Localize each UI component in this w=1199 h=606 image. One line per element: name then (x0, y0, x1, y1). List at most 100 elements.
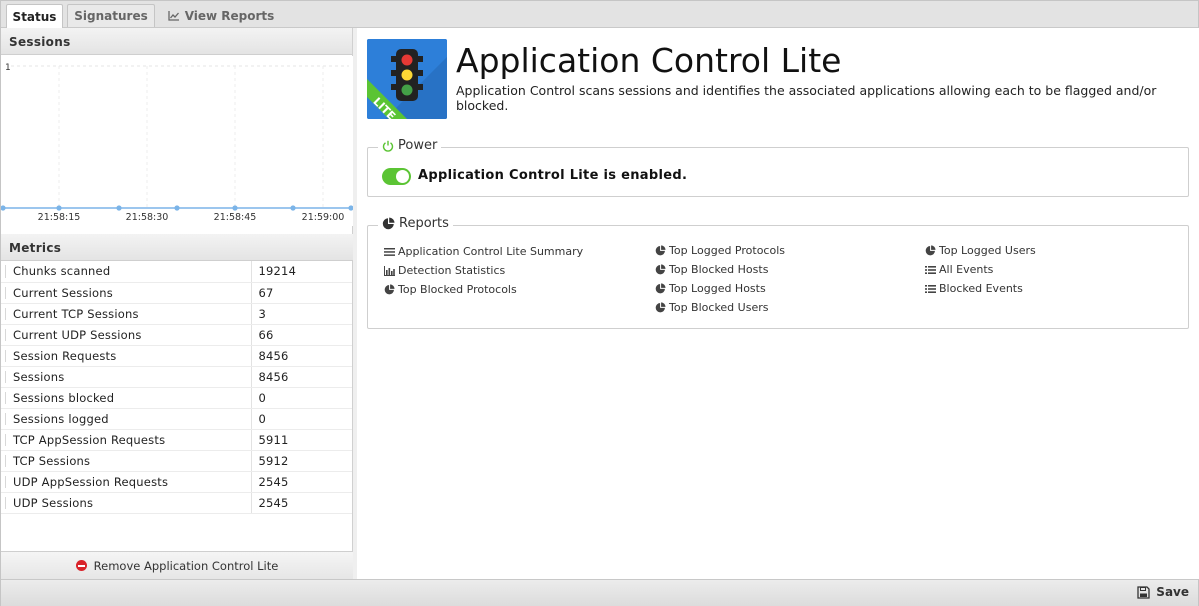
report-label: Top Blocked Protocols (398, 283, 517, 296)
line-chart-icon (168, 11, 179, 21)
metric-name: UDP Sessions (1, 492, 252, 514)
metrics-row[interactable]: TCP AppSession Requests 5911 (1, 429, 352, 451)
power-icon (382, 140, 394, 152)
metrics-row[interactable]: Current TCP Sessions 3 (1, 303, 352, 325)
metric-name: Current TCP Sessions (1, 303, 252, 325)
reports-legend: Reports (378, 216, 453, 231)
reports-legend-label: Reports (399, 216, 449, 231)
metric-value: 2545 (251, 471, 352, 493)
tab-status-label: Status (12, 9, 57, 24)
report-link-top-logged-hosts[interactable]: Top Logged Hosts (655, 282, 766, 295)
metric-name: TCP Sessions (1, 450, 252, 472)
pie-chart-icon (655, 264, 666, 275)
chart-data-point (290, 205, 296, 211)
metric-name: Current UDP Sessions (1, 324, 252, 346)
report-link-all-events[interactable]: All Events (925, 263, 993, 276)
report-label: Top Blocked Users (669, 301, 769, 314)
metric-value: 5911 (251, 429, 352, 451)
metric-value: 19214 (251, 261, 352, 283)
metrics-row[interactable]: Chunks scanned 19214 (1, 261, 352, 283)
chart-data-point (174, 205, 180, 211)
pie-chart-icon (382, 217, 395, 230)
metrics-grid: Chunks scanned 19214 Current Sessions 67 Cur… (1, 261, 352, 514)
power-status-text: Application Control Lite is enabled. (418, 168, 688, 183)
tab-signatures[interactable]: Signatures (67, 4, 155, 27)
metric-name: TCP AppSession Requests (1, 429, 252, 451)
tab-status[interactable]: Status (6, 4, 63, 28)
app-description: Application Control scans sessions and i… (456, 83, 1157, 113)
bottom-toolbar: Save (1, 579, 1198, 606)
metric-value: 0 (251, 387, 352, 409)
app-title: Application Control Lite (456, 41, 842, 80)
metrics-row[interactable]: Sessions 8456 (1, 366, 352, 388)
metrics-table-body: Chunks scanned 19214 Current Sessions 67 Cur… (1, 261, 352, 514)
report-label: Detection Statistics (398, 264, 506, 277)
metric-name: UDP AppSession Requests (1, 471, 252, 493)
report-label: All Events (939, 263, 994, 276)
metric-value: 66 (251, 324, 352, 346)
metrics-row[interactable]: UDP Sessions 2545 (1, 492, 352, 514)
app-window: Status Signatures View Reports Sessions … (0, 0, 1199, 606)
tab-signatures-label: Signatures (74, 9, 148, 23)
report-link-summary[interactable]: Application Control Lite Summary (384, 245, 583, 258)
report-link-top-blocked-protocols[interactable]: Top Blocked Protocols (384, 283, 517, 296)
power-legend: Power (378, 138, 442, 153)
remove-app-label: Remove Application Control Lite (93, 558, 279, 573)
report-label: Top Logged Protocols (669, 244, 785, 257)
chart-x-tick-label: 21:58:45 (214, 212, 257, 223)
sessions-chart: 1 21:58:15 21:58:30 21:58:45 21:59:00 (0, 56, 354, 226)
sessions-chart-svg: 1 21:58:15 21:58:30 21:58:45 21:59:00 (0, 63, 354, 223)
text-lines-icon (384, 247, 395, 256)
metric-value: 5912 (251, 450, 352, 472)
power-legend-label: Power (398, 138, 438, 153)
remove-circle-icon (75, 560, 87, 571)
tab-view-reports-label: View Reports (184, 8, 275, 23)
reports-fieldset: Reports Application Control Lite Summary… (367, 216, 1189, 329)
chart-y-tick-label: 1 (5, 63, 11, 73)
report-label: Top Blocked Hosts (669, 263, 769, 276)
pie-chart-icon (655, 302, 666, 313)
metric-name: Sessions (1, 366, 252, 388)
metrics-row[interactable]: UDP AppSession Requests 2545 (1, 471, 352, 493)
report-link-top-logged-users[interactable]: Top Logged Users (925, 244, 1036, 257)
save-button[interactable]: Save (1137, 585, 1189, 599)
tab-view-reports[interactable]: View Reports (161, 4, 281, 27)
metrics-table: Chunks scanned 19214 Current Sessions 67 Cur… (1, 261, 352, 514)
pie-chart-icon (655, 245, 666, 256)
sessions-panel-title: Sessions (9, 35, 71, 49)
metrics-row[interactable]: Sessions logged 0 (1, 408, 352, 430)
metrics-row[interactable]: TCP Sessions 5912 (1, 450, 352, 472)
right-column: LITE Application Control Lite Applicatio… (357, 28, 1199, 579)
metrics-panel-header: Metrics (1, 234, 353, 261)
metric-value: 3 (251, 303, 352, 325)
left-column: Sessions 1 21:58:15 21:58:30 21:58:45 21:59:… (0, 28, 354, 579)
app-icon: LITE (367, 39, 447, 119)
metrics-panel-header-wrap: Metrics (1, 234, 353, 261)
list-icon (925, 265, 936, 274)
metric-name: Sessions blocked (1, 387, 252, 409)
report-label: Blocked Events (939, 282, 1023, 295)
metrics-row[interactable]: Sessions blocked 0 (1, 387, 352, 409)
metric-value: 0 (251, 408, 352, 430)
list-icon (925, 284, 936, 293)
metrics-panel-title: Metrics (9, 241, 62, 255)
remove-app-button[interactable]: Remove Application Control Lite (1, 551, 353, 579)
metric-value: 67 (251, 282, 352, 304)
metrics-row[interactable]: Current UDP Sessions 66 (1, 324, 352, 346)
report-link-top-blocked-hosts[interactable]: Top Blocked Hosts (655, 263, 768, 276)
report-link-top-logged-protocols[interactable]: Top Logged Protocols (655, 244, 785, 257)
report-link-detection-statistics[interactable]: Detection Statistics (384, 264, 505, 277)
metric-value: 8456 (251, 366, 352, 388)
chart-data-point (116, 205, 122, 211)
sessions-panel-header: Sessions (1, 28, 352, 55)
power-toggle[interactable] (382, 168, 411, 185)
save-disk-icon (1137, 585, 1150, 599)
metric-name: Current Sessions (1, 282, 252, 304)
metrics-row[interactable]: Session Requests 8456 (1, 345, 352, 367)
traffic-light-icon: LITE (367, 39, 447, 119)
report-link-top-blocked-users[interactable]: Top Blocked Users (655, 301, 768, 314)
chart-data-point (232, 205, 238, 211)
bar-chart-icon (384, 265, 395, 276)
metrics-row[interactable]: Current Sessions 67 (1, 282, 352, 304)
report-link-blocked-events[interactable]: Blocked Events (925, 282, 1023, 295)
